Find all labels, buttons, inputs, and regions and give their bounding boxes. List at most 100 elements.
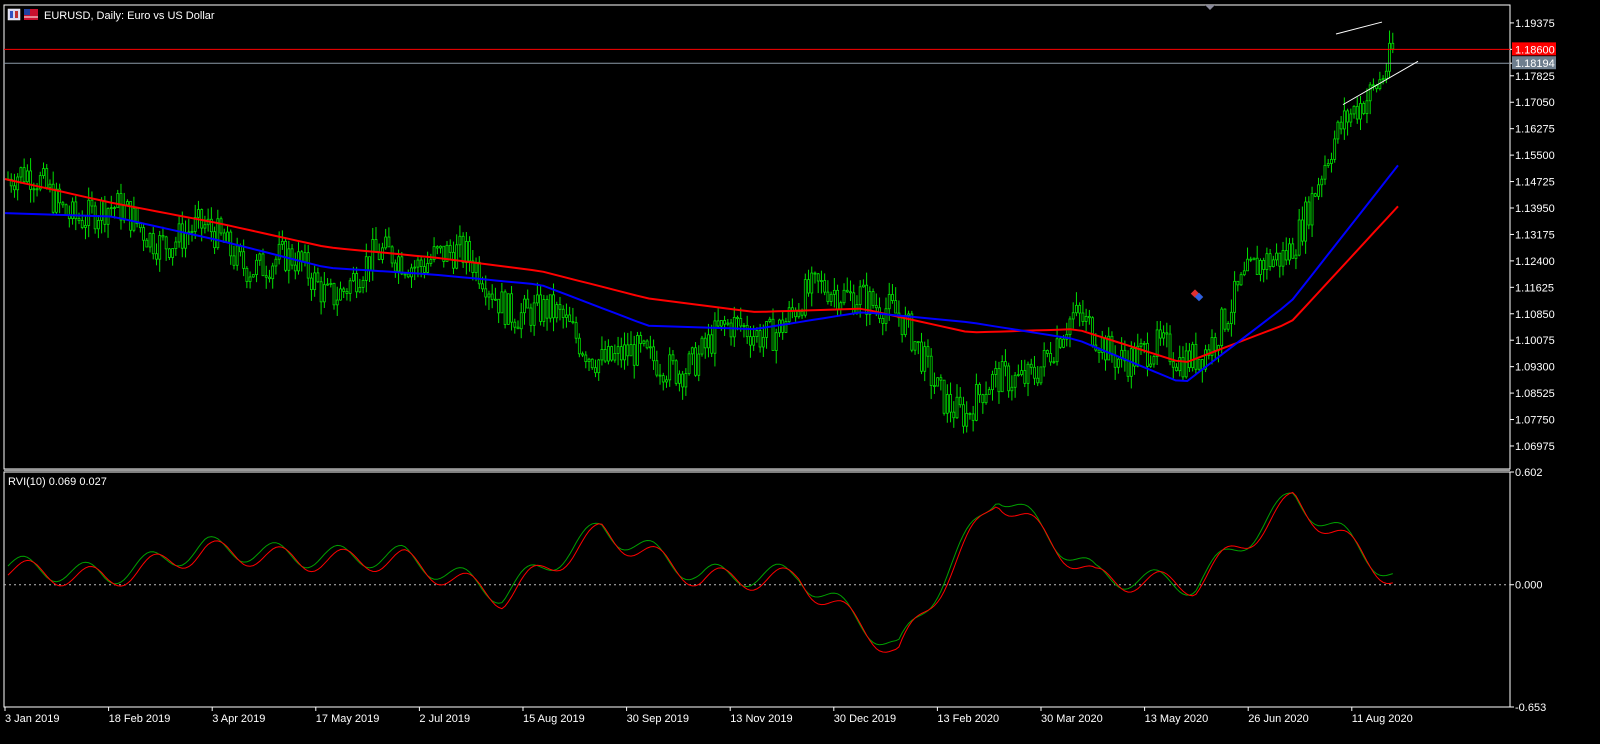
candle-body	[900, 317, 904, 336]
candle-body	[1326, 163, 1330, 166]
rvi-tick-label: 0.000	[1515, 580, 1543, 592]
candle-body	[962, 404, 965, 427]
candle-body	[949, 394, 952, 413]
candle-body	[1007, 365, 1011, 392]
candle-body	[920, 341, 923, 372]
candle-body	[858, 286, 862, 306]
candle-body	[184, 232, 187, 249]
candle-body	[768, 318, 772, 322]
candle-body	[171, 248, 175, 258]
candle-body	[1213, 337, 1217, 351]
candle-body	[568, 314, 572, 322]
candle-body	[413, 266, 417, 269]
candle-body	[997, 368, 1001, 393]
time-tick-label: 11 Aug 2020	[1352, 713, 1413, 725]
candle-body	[1175, 366, 1178, 372]
candle-body	[871, 291, 875, 306]
candle-body	[439, 245, 442, 249]
candle-body	[1372, 84, 1375, 87]
candle-body	[584, 354, 588, 363]
candle-body	[1013, 374, 1017, 388]
price-tick-label: 1.16275	[1515, 124, 1555, 136]
time-tick-label: 13 Feb 2020	[937, 713, 999, 725]
candle-body	[1323, 164, 1327, 180]
candle-body	[1049, 353, 1053, 363]
candle-body	[1362, 103, 1366, 114]
candle-body	[126, 201, 129, 206]
candle-body	[264, 275, 268, 278]
flag-icon	[24, 9, 38, 20]
candle-body	[891, 294, 894, 302]
candle-body	[626, 344, 630, 357]
candle-body	[710, 334, 714, 354]
candle-body	[190, 231, 194, 233]
candle-body	[955, 396, 959, 419]
candle-body	[1194, 344, 1198, 370]
candle-body	[884, 308, 888, 324]
candle-body	[1307, 201, 1311, 226]
time-tick-label: 30 Mar 2020	[1041, 713, 1103, 725]
candle-body	[774, 332, 778, 351]
candle-body	[1284, 250, 1288, 261]
candle-body	[397, 256, 400, 272]
candle-body	[155, 253, 158, 260]
candle-body	[1262, 259, 1266, 270]
candle-body	[484, 288, 488, 298]
price-tick-label: 1.06975	[1515, 441, 1555, 453]
price-tick-label: 1.17825	[1515, 71, 1555, 83]
candle-body	[594, 367, 597, 374]
candle-body	[306, 252, 310, 279]
candle-body	[623, 344, 626, 361]
candle-body	[1097, 349, 1101, 353]
candle-body	[1355, 105, 1359, 120]
candle-body	[558, 304, 562, 310]
candle-body	[1255, 257, 1259, 275]
candle-body	[1252, 257, 1256, 261]
candle-body	[645, 340, 649, 349]
candle-body	[881, 317, 885, 324]
candle-body	[823, 280, 827, 293]
candle-body	[1278, 252, 1282, 267]
candle-body	[810, 272, 814, 294]
candle-body	[1236, 280, 1240, 286]
candle-body	[332, 282, 336, 306]
candle-body	[987, 389, 991, 395]
candle-body	[700, 337, 704, 355]
candle-body	[661, 375, 665, 383]
candle-body	[742, 325, 746, 327]
candle-body	[1126, 360, 1130, 377]
candle-body	[648, 346, 652, 349]
candle-body	[1142, 342, 1146, 345]
time-tick-label: 3 Jan 2019	[5, 713, 59, 725]
price-tick-label: 1.12400	[1515, 256, 1555, 268]
candle-body	[842, 289, 846, 304]
candle-body	[510, 293, 513, 323]
candle-body	[435, 246, 439, 249]
candle-body	[752, 336, 756, 346]
candle-body	[1346, 110, 1349, 123]
candle-body	[545, 299, 549, 319]
candle-body	[929, 355, 933, 386]
candle-body	[132, 207, 136, 231]
candle-body	[393, 262, 397, 272]
candle-body	[42, 168, 45, 177]
candle-body	[384, 236, 388, 249]
time-tick-label: 26 Jun 2020	[1248, 713, 1309, 725]
candle-body	[771, 318, 775, 351]
candle-body	[290, 248, 294, 266]
current-price-label: 1.18194	[1515, 58, 1555, 70]
candle-body	[1349, 113, 1353, 123]
candle-body	[1023, 370, 1027, 384]
candle-body	[1365, 100, 1369, 114]
price-tick-label: 1.08525	[1515, 388, 1555, 400]
candle-body	[1146, 342, 1149, 367]
trading-chart[interactable]: 1.19375 1.18600 1.181941.17825 1.17050 1.162…	[0, 0, 1600, 744]
candle-body	[419, 259, 423, 267]
candle-body	[358, 286, 362, 293]
candle-body	[25, 170, 29, 183]
candle-body	[726, 322, 730, 325]
price-tick-label: 1.14725	[1515, 177, 1555, 189]
candle-body	[658, 374, 662, 377]
candle-body	[406, 273, 410, 278]
price-tick-label: 1.09300	[1515, 362, 1555, 374]
